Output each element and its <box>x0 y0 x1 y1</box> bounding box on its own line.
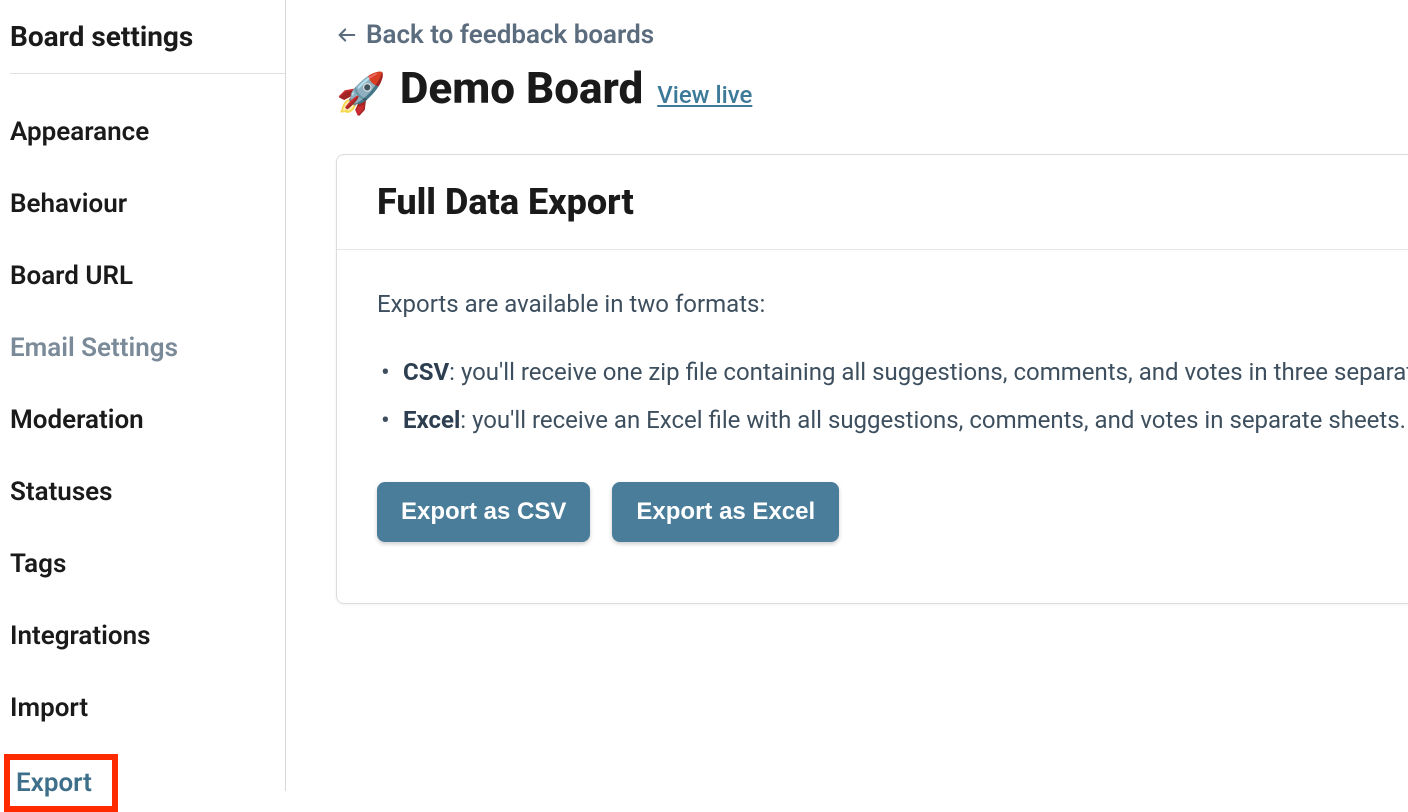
board-title: Demo Board <box>400 62 643 114</box>
format-list: CSV: you'll receive one zip file contain… <box>377 354 1408 438</box>
back-link[interactable]: Back to feedback boards <box>336 20 654 50</box>
view-live-link[interactable]: View live <box>657 81 752 109</box>
export-card: Full Data Export Exports are available i… <box>336 154 1408 604</box>
card-body: Exports are available in two formats: CS… <box>337 250 1408 582</box>
sidebar-item-export[interactable]: Export <box>16 768 92 798</box>
rocket-icon: 🚀 <box>336 70 386 117</box>
sidebar-item-moderation[interactable]: Moderation <box>10 384 285 456</box>
format-item-csv: CSV: you'll receive one zip file contain… <box>403 354 1408 390</box>
sidebar-item-statuses[interactable]: Statuses <box>10 456 285 528</box>
format-desc-csv: : you'll receive one zip file containing… <box>449 358 1408 386</box>
sidebar-item-tags[interactable]: Tags <box>10 528 285 600</box>
main-content: Back to feedback boards 🚀 Demo Board Vie… <box>286 0 1408 791</box>
export-excel-button[interactable]: Export as Excel <box>612 482 839 542</box>
card-header: Full Data Export <box>337 155 1408 250</box>
sidebar-item-email-settings[interactable]: Email Settings <box>10 312 285 384</box>
sidebar-item-import[interactable]: Import <box>10 672 285 744</box>
format-item-excel: Excel: you'll receive an Excel file with… <box>403 402 1408 438</box>
sidebar-item-appearance[interactable]: Appearance <box>10 96 285 168</box>
button-row: Export as CSV Export as Excel <box>377 482 1408 542</box>
export-csv-button[interactable]: Export as CSV <box>377 482 590 542</box>
format-name-excel: Excel <box>403 406 460 434</box>
sidebar-header: Board settings <box>10 20 285 74</box>
arrow-left-icon <box>336 24 358 46</box>
sidebar-nav: Appearance Behaviour Board URL Email Set… <box>10 96 285 812</box>
format-desc-excel: : you'll receive an Excel file with all … <box>460 406 1406 434</box>
sidebar: Board settings Appearance Behaviour Boar… <box>0 0 286 791</box>
sidebar-item-behaviour[interactable]: Behaviour <box>10 168 285 240</box>
intro-text: Exports are available in two formats: <box>377 290 1408 318</box>
sidebar-item-board-url[interactable]: Board URL <box>10 240 285 312</box>
format-name-csv: CSV <box>403 358 449 386</box>
highlight-box: Export <box>4 754 118 812</box>
card-title: Full Data Export <box>377 181 1408 223</box>
back-link-label: Back to feedback boards <box>366 20 654 50</box>
title-row: 🚀 Demo Board View live <box>336 62 1408 114</box>
sidebar-item-integrations[interactable]: Integrations <box>10 600 285 672</box>
